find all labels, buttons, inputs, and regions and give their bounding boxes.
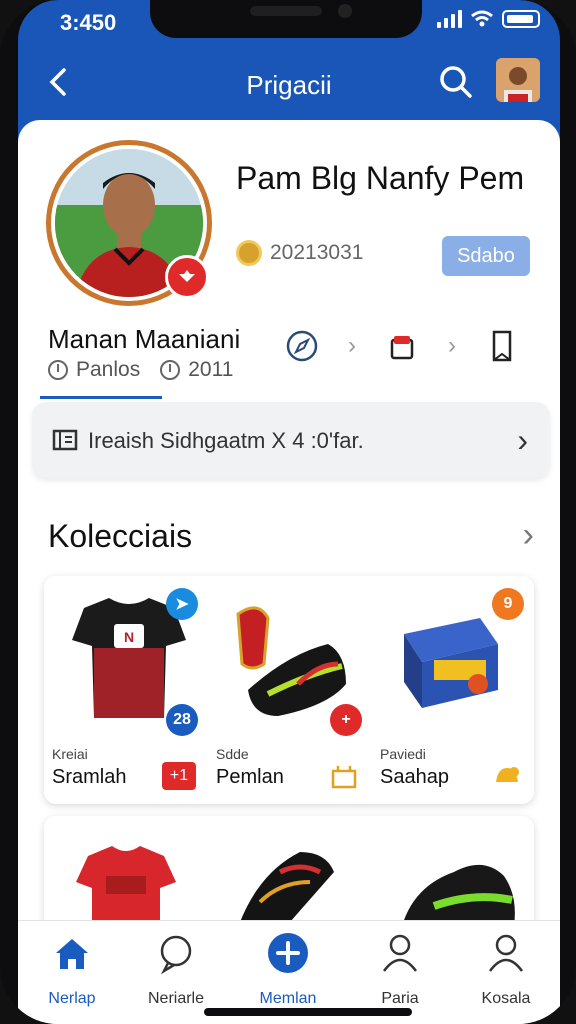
app-header: Prigacii <box>18 46 560 120</box>
item-tag[interactable]: +1 <box>162 762 196 790</box>
battery-icon <box>502 10 540 28</box>
nav-label: Memlan <box>259 990 317 1007</box>
bell-icon[interactable] <box>492 762 522 790</box>
signal-icon <box>437 10 462 28</box>
home-icon <box>56 939 88 969</box>
chevron-right-icon[interactable]: › <box>523 516 534 555</box>
user-avatar[interactable] <box>496 58 540 102</box>
status-time: 3:450 <box>60 10 117 35</box>
phone-frame: 3:450 Prigacii Pam Blg Nanfy Pem 2021303… <box>0 0 576 1024</box>
app-screen: 3:450 Prigacii Pam Blg Nanfy Pem 2021303… <box>18 0 560 1024</box>
nav-label: Kosala <box>481 990 531 1007</box>
boot-icon[interactable] <box>230 842 350 932</box>
banner-text: Ireaish Sidhgaatm X 4 :0'far. <box>88 428 364 453</box>
item-label: Saahap <box>380 766 449 788</box>
item-kicker: Kreiai <box>52 746 88 762</box>
item-kicker: Paviedi <box>380 746 426 762</box>
item-label: Sramlah <box>52 766 127 788</box>
wifi-icon <box>471 10 493 27</box>
nav-item-user[interactable]: Paria <box>346 931 454 1008</box>
camera-notch <box>150 0 422 38</box>
nav-label: Paria <box>381 990 419 1007</box>
profile-actions: › › <box>284 328 520 364</box>
user-icon <box>382 934 418 972</box>
nav-label: Neriarle <box>147 990 204 1007</box>
nav-item-profile[interactable]: Kosala <box>452 931 560 1008</box>
coin-row: 20213031 <box>236 240 363 266</box>
nav-item-add[interactable]: Memlan <box>234 931 342 1008</box>
nav-label: Nerlap <box>48 990 96 1007</box>
item-count-badge: 9 <box>492 588 524 620</box>
chevron-right-icon: › <box>517 422 528 458</box>
speaker-grille <box>250 6 322 16</box>
secondary-name: Manan Maaniani <box>48 324 241 354</box>
compass-icon[interactable] <box>284 328 320 364</box>
section-title: Kolecciais <box>48 518 193 554</box>
chevron-right-icon: › <box>448 332 456 359</box>
clock-icon <box>160 360 181 380</box>
bag-icon[interactable] <box>384 328 420 364</box>
collection-item[interactable]: 9 Paviedi Saahap <box>374 576 536 804</box>
svg-text:N: N <box>124 629 134 645</box>
collection-item[interactable]: N ➤ 28 Kreiai Sramlah +1 <box>46 576 208 804</box>
status-icons <box>437 10 540 28</box>
collection-item[interactable]: + Sdde Pemlan <box>210 576 372 804</box>
edit-button[interactable]: Sdabo <box>442 236 530 276</box>
search-icon[interactable] <box>436 62 476 102</box>
verified-badge-icon <box>165 255 209 299</box>
profile-name: Pam Blg Nanfy Pem <box>236 160 525 196</box>
polo-shirt-icon[interactable] <box>66 842 186 932</box>
nav-item-chat[interactable]: Neriarle <box>122 931 230 1008</box>
home-indicator[interactable] <box>204 1008 412 1016</box>
info-banner[interactable]: Ireaish Sidhgaatm X 4 :0'far. › <box>32 402 550 478</box>
clock-icon <box>48 360 68 380</box>
profile-meta: Panlos 2011 <box>48 358 233 382</box>
active-tab-indicator <box>40 396 162 399</box>
coin-icon <box>236 240 262 266</box>
gift-icon[interactable] <box>330 762 358 790</box>
nav-item-home[interactable]: Nerlap <box>18 931 126 1008</box>
chat-icon <box>160 935 192 975</box>
plus-icon <box>268 933 308 973</box>
item-count-badge: 28 <box>166 704 198 736</box>
profile-icon <box>488 934 524 972</box>
item-label: Pemlan <box>216 766 284 788</box>
meta-year: 2011 <box>188 358 234 381</box>
coin-value: 20213031 <box>270 241 364 264</box>
item-pin-badge: + <box>330 704 362 736</box>
cards-box-icon <box>404 618 498 708</box>
meta-location: Panlos <box>76 358 141 381</box>
profile-card: Pam Blg Nanfy Pem 20213031 Sdabo Manan M… <box>18 120 560 1024</box>
page-title: Prigacii <box>246 70 332 100</box>
status-bar: 3:450 <box>18 0 560 46</box>
send-badge-icon: ➤ <box>166 588 198 620</box>
item-kicker: Sdde <box>216 746 249 762</box>
collection-grid: N ➤ 28 Kreiai Sramlah +1 + Sdde Pemlan 9… <box>44 576 534 804</box>
ticket-icon <box>52 429 78 451</box>
camera-dot <box>338 4 352 18</box>
chevron-right-icon: › <box>348 332 356 359</box>
bookmark-icon[interactable] <box>484 328 520 364</box>
profile-photo[interactable] <box>46 140 212 306</box>
